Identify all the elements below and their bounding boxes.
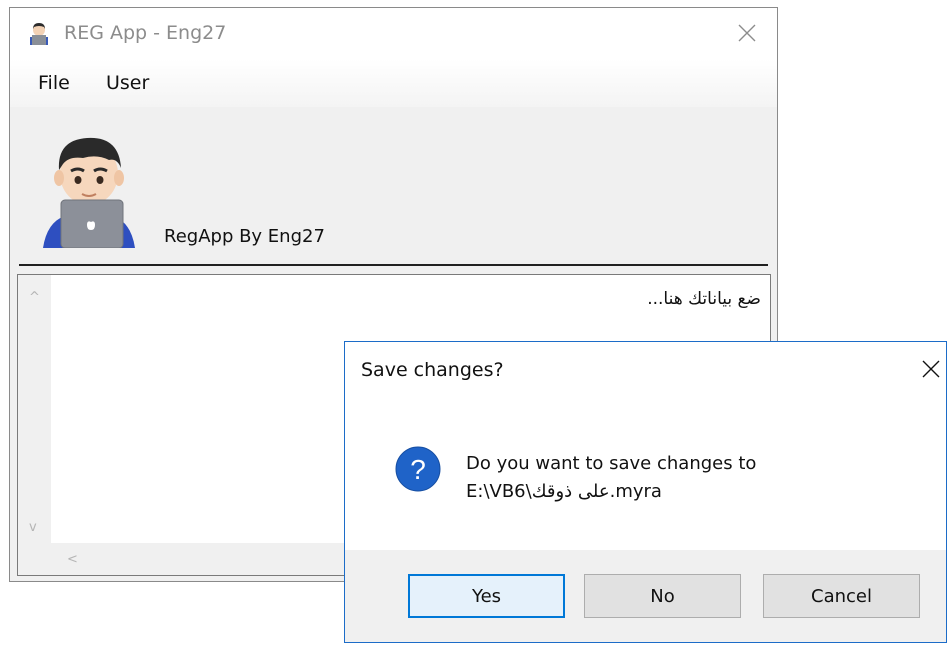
avatar [43, 137, 135, 248]
close-icon [922, 360, 940, 378]
main-close-button[interactable] [717, 8, 777, 59]
scroll-up-arrow[interactable]: ^ [29, 291, 40, 304]
question-icon: ? [395, 446, 441, 492]
dialog-close-button[interactable] [898, 342, 946, 398]
no-button[interactable]: No [584, 574, 741, 618]
cancel-button[interactable]: Cancel [763, 574, 920, 618]
dialog-message: Do you want to save changes to E:\VB6\عل… [466, 450, 756, 506]
scroll-down-arrow[interactable]: v [29, 521, 37, 534]
message-line-2: E:\VB6\على ذوقك.myra [466, 481, 662, 502]
save-changes-dialog: Save changes? ? Do you want to save chan… [344, 341, 947, 643]
separator [19, 264, 768, 266]
dialog-button-bar: Yes No Cancel [345, 550, 946, 642]
app-icon [30, 23, 48, 45]
scroll-left-arrow[interactable]: < [67, 553, 78, 566]
svg-text:?: ? [410, 454, 426, 485]
brand-label: RegApp By Eng27 [164, 226, 325, 247]
menu-file[interactable]: File [38, 72, 70, 94]
textbox-content: ضع بياناتك هنا... [647, 289, 761, 309]
dialog-titlebar[interactable]: Save changes? [345, 342, 946, 398]
menubar: File User [10, 59, 777, 107]
yes-button[interactable]: Yes [408, 574, 565, 618]
main-titlebar[interactable]: REG App - Eng27 [10, 8, 777, 59]
vertical-scrollbar[interactable]: ^ v [18, 275, 51, 543]
dialog-title: Save changes? [361, 359, 504, 381]
close-icon [738, 24, 756, 42]
window-title: REG App - Eng27 [64, 22, 227, 44]
message-line-1: Do you want to save changes to [466, 453, 757, 474]
menu-user[interactable]: User [106, 72, 149, 94]
